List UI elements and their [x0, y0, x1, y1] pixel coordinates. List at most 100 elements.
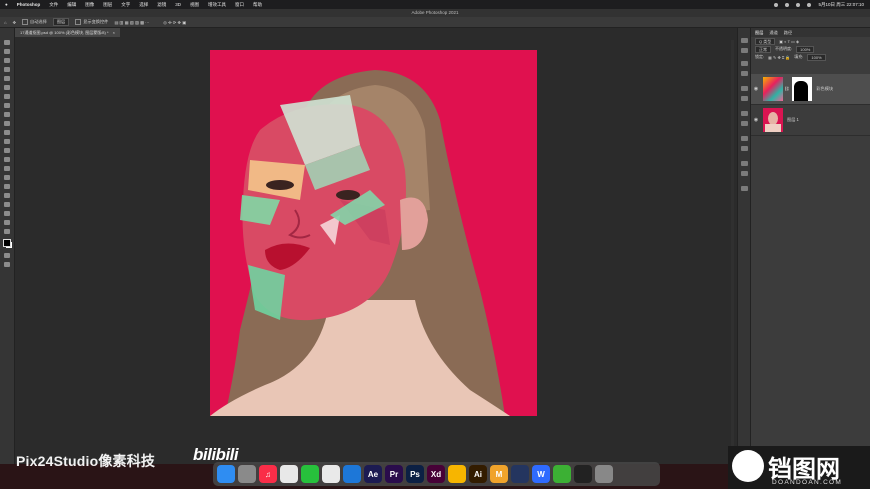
fill-field[interactable]: 100% — [807, 53, 826, 61]
eraser-tool-icon[interactable] — [4, 139, 10, 144]
more-tools-icon[interactable] — [4, 229, 10, 234]
apple-icon[interactable]: ● — [5, 2, 8, 7]
history-panel-icon[interactable] — [741, 38, 748, 43]
menu-filter[interactable]: 滤镜 — [157, 2, 166, 8]
character-panel-icon[interactable] — [741, 111, 748, 116]
status-icon[interactable] — [774, 2, 779, 7]
styles-panel-icon[interactable] — [741, 96, 748, 101]
eyedropper-tool-icon[interactable] — [4, 94, 10, 99]
menu-app-name[interactable]: Photoshop — [17, 2, 41, 7]
link-icon[interactable]: ⛓ — [784, 86, 789, 92]
dock-photoshop-icon[interactable]: Ps — [406, 465, 424, 483]
tab-channels[interactable]: 通道 — [769, 28, 777, 37]
dock-music-icon[interactable]: ♫ — [259, 465, 277, 483]
blend-mode-select[interactable]: 正常 — [755, 45, 771, 53]
menu-layer[interactable]: 图层 — [103, 2, 112, 8]
dock-chrome-icon[interactable] — [280, 465, 298, 483]
dock-trash-icon[interactable] — [595, 465, 613, 483]
layer-select-dropdown[interactable]: 图层 — [52, 18, 70, 26]
dock-browser-icon[interactable] — [343, 465, 361, 483]
layer-name[interactable]: 彩色模块 — [816, 86, 833, 92]
menu-image[interactable]: 图像 — [85, 2, 94, 8]
filter-icons[interactable]: ▣ ◐ T ▭ ◈ — [779, 39, 799, 44]
brushes-panel-icon[interactable] — [741, 146, 748, 151]
clock[interactable]: 5月10日 周三 22:07:10 — [818, 2, 864, 8]
channels-panel-icon[interactable] — [741, 161, 748, 166]
align-icons[interactable]: ▤ ▥ ▦ ▧ ▨ ▩ ··· — [114, 20, 149, 25]
path-select-tool-icon[interactable] — [4, 193, 10, 198]
crop-tool-icon[interactable] — [4, 76, 10, 81]
zoom-tool-icon[interactable] — [4, 220, 10, 225]
move-tool-icon[interactable]: ✥ — [13, 20, 17, 25]
visibility-eye-icon[interactable]: ◉ — [751, 117, 761, 123]
color-panel-icon[interactable] — [741, 61, 748, 66]
dock-qq-icon[interactable] — [322, 465, 340, 483]
dock-mindnode-icon[interactable]: M — [490, 465, 508, 483]
libraries-panel-icon[interactable] — [741, 136, 748, 141]
type-tool-icon[interactable] — [4, 184, 10, 189]
dock-launchpad-icon[interactable] — [238, 465, 256, 483]
swatches-panel-icon[interactable] — [741, 71, 748, 76]
menu-type[interactable]: 文字 — [121, 2, 130, 8]
dock-wechat-icon[interactable] — [301, 465, 319, 483]
blur-tool-icon[interactable] — [4, 157, 10, 162]
dock-camtasia-icon[interactable] — [553, 465, 571, 483]
layer-row-color-blocks[interactable]: ◉ ⛓ 彩色模块 — [751, 74, 870, 105]
frame-tool-icon[interactable] — [4, 85, 10, 90]
dock-premiere-icon[interactable]: Pr — [385, 465, 403, 483]
layer-kind-filter[interactable]: Q 类型 — [755, 37, 776, 45]
menu-plugins[interactable]: 增效工具 — [208, 2, 226, 8]
lock-icons[interactable]: ▦ ✎ ✥ ⌗ 🔒 — [768, 55, 790, 60]
search-icon[interactable] — [807, 2, 812, 7]
menu-3d[interactable]: 3D — [175, 2, 181, 7]
close-tab-icon[interactable]: × — [113, 30, 115, 35]
layer-thumbnail[interactable] — [763, 77, 783, 101]
dock-c4d-icon[interactable] — [511, 465, 529, 483]
healing-tool-icon[interactable] — [4, 103, 10, 108]
dock-sketch-icon[interactable] — [448, 465, 466, 483]
quick-mask-icon[interactable] — [4, 253, 10, 258]
battery-icon[interactable] — [796, 2, 801, 7]
history-brush-tool-icon[interactable] — [4, 130, 10, 135]
dock-finder-icon[interactable] — [217, 465, 235, 483]
dodge-tool-icon[interactable] — [4, 166, 10, 171]
tab-layers[interactable]: 图层 — [755, 28, 763, 37]
brush-tool-icon[interactable] — [4, 112, 10, 117]
gradient-tool-icon[interactable] — [4, 148, 10, 153]
document-image[interactable] — [210, 50, 537, 416]
opacity-field[interactable]: 100% — [796, 45, 815, 53]
paths-panel-icon[interactable] — [741, 171, 748, 176]
screen-mode-icon[interactable] — [4, 262, 10, 267]
properties-panel-icon[interactable] — [741, 48, 748, 53]
info-panel-icon[interactable] — [741, 186, 748, 191]
dock-xd-icon[interactable]: Xd — [427, 465, 445, 483]
document-tab[interactable]: 17通道抠图.psd @ 100% (彩色模块, 图层蒙版/8) * × — [15, 28, 120, 37]
3d-mode-icons[interactable]: ◎ ✣ ⟳ ✥ ▣ — [163, 20, 186, 25]
dock-illustrator-icon[interactable]: Ai — [469, 465, 487, 483]
paragraph-panel-icon[interactable] — [741, 121, 748, 126]
wifi-icon[interactable] — [785, 2, 790, 7]
adjustments-panel-icon[interactable] — [741, 86, 748, 91]
menu-select[interactable]: 选择 — [139, 2, 148, 8]
pen-tool-icon[interactable] — [4, 175, 10, 180]
move-tool-icon[interactable] — [4, 40, 10, 45]
menu-file[interactable]: 文件 — [49, 2, 58, 8]
menu-view[interactable]: 视图 — [190, 2, 199, 8]
tab-paths[interactable]: 路径 — [784, 28, 792, 37]
menu-edit[interactable]: 编辑 — [67, 2, 76, 8]
visibility-eye-icon[interactable]: ◉ — [751, 86, 761, 92]
shape-tool-icon[interactable] — [4, 202, 10, 207]
canvas-area[interactable] — [15, 37, 735, 464]
quick-select-tool-icon[interactable] — [4, 67, 10, 72]
transform-controls-checkbox[interactable]: 显示变换控件 — [75, 18, 108, 25]
vertical-scrollbar[interactable] — [731, 40, 734, 460]
lasso-tool-icon[interactable] — [4, 58, 10, 63]
home-icon[interactable]: ⌂ — [4, 20, 7, 25]
layer-row-layer-1[interactable]: ◉ 图层 1 — [751, 105, 870, 136]
foreground-color-swatch[interactable] — [3, 239, 11, 247]
stamp-tool-icon[interactable] — [4, 121, 10, 126]
hand-tool-icon[interactable] — [4, 211, 10, 216]
layer-mask-thumbnail[interactable] — [792, 77, 813, 101]
auto-select-checkbox[interactable]: 自动选择 — [22, 18, 47, 25]
dock-terminal-icon[interactable] — [574, 465, 592, 483]
